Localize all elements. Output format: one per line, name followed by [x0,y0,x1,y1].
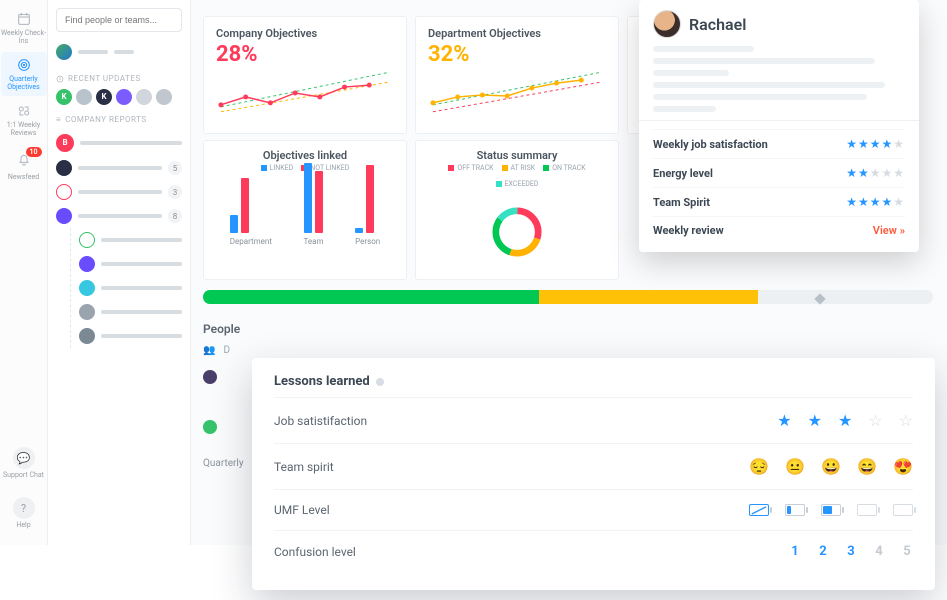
emoji-hearteyes-icon[interactable]: 😍 [893,457,913,476]
nav-support-chat[interactable]: 💬 Support Chat [1,441,47,485]
report-row[interactable]: 5 [56,156,182,180]
lesson-row-satisfaction: Job satistifaction ★★★☆☆ [274,397,913,443]
bell-icon: 10 [16,151,32,171]
star-rating: ★★★★★ [846,195,905,209]
emoji-grin-icon[interactable]: 😄 [857,457,877,476]
report-row[interactable]: 8 [56,204,182,228]
person-popover: Rachael Weekly job satisfaction ★★★★★ En… [639,0,919,252]
view-link[interactable]: View » [873,224,905,237]
popover-metric-row: Energy level ★★★★★ [653,158,905,187]
people-swap-icon [16,103,32,119]
donut-chart-icon [489,204,545,260]
target-icon [16,57,32,73]
status-legend: OFF TRACK AT RISK ON TRACK EXCEEDED [426,164,608,188]
battery-dead-icon[interactable] [749,504,769,516]
company-objectives-card[interactable]: Company Objectives 28% [203,16,407,134]
emoji-input[interactable]: 😔 😐 😀 😄 😍 [749,457,913,476]
tree-row[interactable] [79,228,182,252]
sparkline-icon [428,67,606,117]
battery-low-icon[interactable] [785,504,805,516]
people-section-title: People [203,322,240,336]
popover-metric-row: Team Spirit ★★★★★ [653,187,905,216]
person-row[interactable] [203,370,217,384]
person-name: Rachael [689,15,746,34]
nav-help[interactable]: ? Help [1,491,47,535]
department-objectives-card[interactable]: Department Objectives 32% [415,16,619,134]
star-input[interactable]: ★★★☆☆ [777,411,913,430]
department-objectives-pct: 32% [428,42,606,67]
tree-row[interactable] [79,276,182,300]
clock-icon [56,75,64,83]
star-rating: ★★★★★ [846,166,905,180]
lessons-learned-card: Lessons learned Job satistifaction ★★★☆☆… [252,358,935,590]
dot-icon [376,378,384,386]
people-filter[interactable]: 👥D [203,345,230,356]
notification-badge: 10 [26,147,42,157]
lesson-row-team-spirit: Team spirit 😔 😐 😀 😄 😍 [274,443,913,489]
help-icon: ? [13,497,35,519]
sparkline-icon [216,67,394,117]
tree-row[interactable] [79,252,182,276]
lesson-row-confusion: Confusion level 1 2 3 4 5 [274,530,913,572]
battery-mid-icon[interactable] [821,504,841,516]
emoji-smile-icon[interactable]: 😀 [821,457,841,476]
popover-review-row: Weekly review View » [653,216,905,244]
battery-high-icon[interactable] [857,504,877,516]
sidebar: RECENT UPDATES K K ≡ COMPANY REPORTS B 5… [48,0,191,545]
report-row[interactable]: B [56,130,182,156]
search-input[interactable] [56,8,182,32]
quarterly-label: Quarterly [203,458,244,469]
emoji-neutral-icon[interactable]: 😐 [785,457,805,476]
sidebar-recent-heading: RECENT UPDATES [56,74,182,83]
nav-newsfeed[interactable]: 10 Newsfeed [1,144,47,188]
sidebar-reports-heading: ≡ COMPANY REPORTS [56,115,182,124]
linked-bar-chart: Department Team Person [214,176,396,246]
nav-quarterly-objectives[interactable]: Quarterly Objectives [1,52,47,96]
status-summary-card[interactable]: Status summary OFF TRACK AT RISK ON TRAC… [415,140,619,280]
calendar-icon [16,11,32,27]
battery-input[interactable] [749,504,913,516]
nav-rail: Weekly Check-Ins Quarterly Objectives 1:… [0,0,48,545]
person-row[interactable] [203,420,217,434]
report-row[interactable]: 3 [56,180,182,204]
list-icon: ≡ [56,115,61,124]
star-rating: ★★★★★ [846,137,905,151]
emoji-sad-icon[interactable]: 😔 [749,457,769,476]
people-pair-icon: 👥 [203,345,215,356]
objectives-linked-card[interactable]: Objectives linked LINKED NOT LINKED Depa… [203,140,407,280]
overall-progress-bar[interactable] [203,290,933,308]
chat-icon: 💬 [13,447,35,469]
nav-weekly-reviews[interactable]: 1:1 Weekly Reviews [1,98,47,142]
company-objectives-pct: 28% [216,42,394,67]
sidebar-current-user[interactable] [56,40,182,64]
lessons-title: Lessons learned [274,374,913,389]
popover-metric-row: Weekly job satisfaction ★★★★★ [653,129,905,158]
avatar [653,10,681,38]
number-scale-input[interactable]: 1 2 3 4 5 [789,544,913,559]
nav-weekly-checkins[interactable]: Weekly Check-Ins [1,6,47,50]
report-tree [70,228,182,348]
lesson-row-umf: UMF Level [274,489,913,530]
recent-avatar-list[interactable]: K K [56,89,182,105]
tree-row[interactable] [79,300,182,324]
tree-row[interactable] [79,324,182,348]
battery-full-icon[interactable] [893,504,913,516]
